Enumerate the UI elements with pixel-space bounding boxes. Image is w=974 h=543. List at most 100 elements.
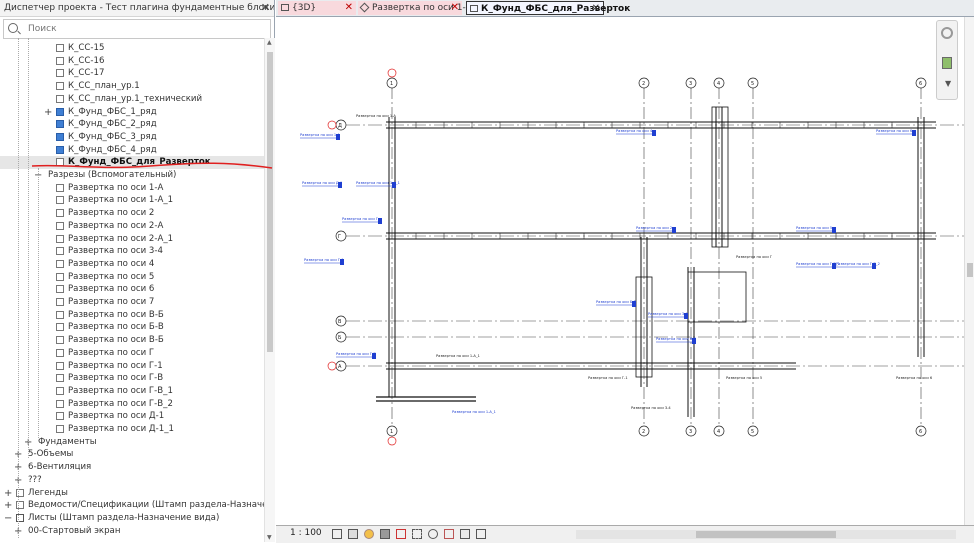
tab-active-plan[interactable]: К_Фунд_ФБС_для_Разверток ✕	[466, 1, 630, 16]
tree-item-label: К_СС_план_ур.1	[68, 81, 140, 92]
section-marker-head[interactable]	[912, 130, 916, 136]
section-view-icon	[56, 259, 64, 268]
plan-view-icon	[470, 5, 478, 12]
section-label: Развертка по оси 3-4	[648, 312, 688, 316]
section-label: Развертка по оси 5	[726, 376, 762, 380]
plan-view-icon	[56, 56, 64, 65]
tree-guide-line	[18, 38, 19, 538]
tab-3d-view[interactable]: {3D} ✕	[278, 1, 356, 15]
tree-item-label: Развертка по оси Г-В_1	[68, 385, 173, 396]
collapse-icon[interactable]: −	[4, 512, 12, 525]
detail-level-icon[interactable]	[332, 529, 342, 539]
scrollbar-thumb[interactable]	[967, 263, 973, 277]
foundation-block[interactable]	[687, 271, 747, 323]
browser-vertical-scrollbar[interactable]: ▲ ▼	[264, 38, 275, 542]
project-browser: Диспетчер проекта - Тест плагина фундаме…	[0, 0, 275, 542]
tree-item-label: Развертка по оси Д-1_1	[68, 424, 174, 434]
chevron-down-icon[interactable]: ▼	[945, 79, 951, 88]
canvas-vertical-scrollbar[interactable]	[964, 17, 974, 525]
temporary-hide-icon[interactable]	[428, 529, 438, 539]
section-view-icon	[56, 196, 64, 205]
tree-item-label: К_СС-17	[68, 68, 105, 79]
expand-icon[interactable]: +	[4, 499, 12, 512]
expand-icon[interactable]: +	[44, 106, 52, 119]
close-icon[interactable]: ✕	[261, 0, 270, 16]
floor-plan-drawing[interactable]: 1 1 2 2 3 3 4 4 5 5 6 6 Д Г В Б А Развертка по оси 1-А Раз…	[276, 17, 964, 525]
tree-item-label: 00-Стартовый экран	[28, 525, 121, 536]
plan-view-icon	[56, 69, 64, 78]
show-crop-region-icon[interactable]	[412, 529, 422, 539]
plan-view-icon	[56, 82, 64, 91]
section-view-icon	[56, 272, 64, 281]
grid-bubble-label: 6	[919, 81, 922, 87]
grid-bubble-label: Д	[338, 123, 342, 129]
crop-view-icon[interactable]	[396, 529, 406, 539]
section-view-icon	[56, 247, 64, 256]
section-view-icon	[56, 310, 64, 319]
grid-bubble-highlight	[387, 68, 397, 78]
tree-item-label: К_СС_план_ур.1_технический	[68, 93, 203, 104]
analytical-model-icon[interactable]	[476, 529, 486, 539]
grid-bubble-label: 1	[390, 429, 393, 435]
section-label: Развертка по оси 1-А_1	[356, 181, 400, 185]
scrollbar-thumb[interactable]	[267, 52, 273, 352]
grid-bubble-label: 3	[689, 81, 692, 87]
close-icon[interactable]: ✕	[345, 1, 353, 15]
scroll-up-icon[interactable]: ▲	[267, 39, 272, 46]
navigation-bar[interactable]: ▼	[936, 20, 958, 100]
reveal-hidden-icon[interactable]	[444, 529, 454, 539]
project-tree: К_СС-15 К_СС-16 К_СС-17 К_СС_план_ур.1 К_СС_…	[0, 38, 264, 542]
section-label: Развертка по оси 6	[896, 376, 933, 380]
tree-guide-line	[28, 38, 29, 458]
section-label: Развертка по оси Г-В_1	[796, 262, 840, 266]
section-label: Развертка по оси Г-В_2	[836, 262, 880, 266]
plan-view-icon	[56, 145, 64, 154]
grid-bubble-highlight	[327, 361, 337, 371]
steering-wheel-icon[interactable]	[941, 27, 953, 39]
tree-item-label: Развертка по оси 4	[68, 258, 155, 269]
tree-item-label: К_Фунд_ФБС_2_ряд	[68, 119, 157, 130]
section-view-icon	[56, 221, 64, 230]
grid-bubble-label: А	[338, 364, 342, 370]
section-label: Развертка по оси Г-В	[336, 352, 376, 356]
section-marker-head[interactable]	[832, 227, 836, 233]
project-browser-title-text: Диспетчер проекта - Тест плагина фундаме…	[4, 3, 274, 13]
tree-item-label: Фундаменты	[38, 436, 97, 447]
search-box[interactable]	[3, 19, 271, 39]
tree-guide-line	[38, 168, 39, 438]
section-marker-head[interactable]	[672, 227, 676, 233]
canvas-horizontal-scrollbar[interactable]	[576, 530, 956, 539]
section-label: Развертка по оси 4	[616, 129, 653, 133]
scrollbar-thumb[interactable]	[696, 531, 836, 538]
tree-item-label: Развертка по оси 3-4	[68, 246, 163, 257]
plan-view-icon	[56, 120, 64, 129]
tab-section-1-a[interactable]: Развертка по оси 1-А ✕	[358, 1, 472, 15]
view-control-bar: 1 : 100	[276, 525, 974, 543]
section-label: Развертка по оси Г	[342, 217, 378, 221]
shadows-icon[interactable]	[380, 529, 390, 539]
worksharing-icon[interactable]	[460, 529, 470, 539]
section-marker-head[interactable]	[378, 218, 382, 224]
tree-item-label: Развертка по оси 7	[68, 297, 155, 307]
drawing-canvas[interactable]: 1 1 2 2 3 3 4 4 5 5 6 6 Д Г В Б А Развертка по оси 1-А Раз…	[276, 17, 964, 525]
view-scale[interactable]: 1 : 100	[290, 528, 322, 538]
section-label: Развертка по оси В-Б	[656, 337, 697, 341]
sun-path-icon[interactable]	[364, 529, 374, 539]
tree-item-label: Развертка по оси Г-В_2	[68, 398, 173, 409]
section-label: Развертка по оси 1-А_1	[452, 410, 496, 414]
section-label: Развертка по оси Б-В	[596, 300, 637, 304]
plan-view-icon	[56, 132, 64, 141]
scroll-down-icon[interactable]: ▼	[267, 534, 272, 541]
tree-item-label: Развертка по оси 1-А_1	[68, 195, 174, 206]
close-icon[interactable]: ✕	[451, 1, 459, 15]
search-input[interactable]	[26, 21, 230, 37]
tree-item-label: Развертка по оси 2	[68, 208, 155, 219]
tree-item-label: Развертка по оси Г-1	[68, 360, 163, 371]
section-view-icon	[56, 234, 64, 243]
section-marker-head[interactable]	[652, 130, 656, 136]
section-view-icon	[56, 399, 64, 408]
zoom-icon[interactable]	[942, 57, 952, 69]
close-icon[interactable]: ✕	[592, 2, 600, 16]
visual-style-icon[interactable]	[348, 529, 358, 539]
expand-icon[interactable]: +	[4, 487, 12, 500]
